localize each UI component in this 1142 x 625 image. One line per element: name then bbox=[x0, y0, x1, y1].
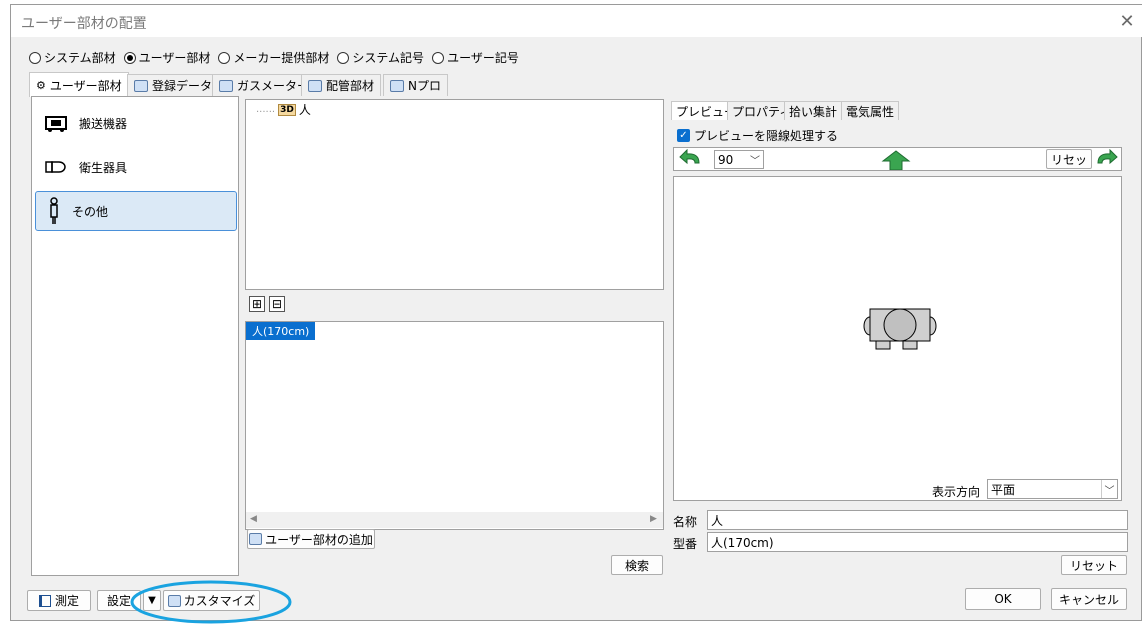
category-other[interactable]: その他 bbox=[35, 191, 237, 231]
preview-canvas: 表示方向 平面 ﹀ bbox=[673, 176, 1122, 501]
chevron-down-icon: ﹀ bbox=[750, 156, 760, 167]
angle-select[interactable]: 90 ﹀ bbox=[714, 150, 764, 169]
highlight-circle bbox=[130, 580, 292, 624]
window-title: ユーザー部材の配置 bbox=[21, 16, 147, 32]
conveyor-icon bbox=[45, 116, 67, 132]
dialog-window: ユーザー部材の配置 ✕ システム部材 ユーザー部材 メーカー提供部材 システム記… bbox=[10, 4, 1142, 624]
tree-node-person[interactable]: ...... 3D 人 bbox=[256, 101, 311, 118]
add-user-part-button[interactable]: ユーザー部材の追加 bbox=[247, 529, 375, 549]
horizontal-scrollbar[interactable]: ◀ ▶ bbox=[246, 512, 663, 528]
category-panel: 搬送機器 衛生器具 その他 bbox=[31, 96, 239, 576]
parts-tree: ...... 3D 人 bbox=[245, 99, 664, 290]
name-label: 名称 bbox=[673, 515, 698, 529]
radio-maker-parts[interactable]: メーカー提供部材 bbox=[218, 49, 329, 66]
name-field[interactable]: 人 bbox=[707, 510, 1128, 530]
part-type-radio-group: システム部材 ユーザー部材 メーカー提供部材 システム記号 ユーザー記号 bbox=[29, 49, 519, 66]
measure-button[interactable]: 測定 bbox=[27, 590, 91, 611]
close-icon[interactable]: ✕ bbox=[1117, 11, 1137, 32]
hidden-line-checkbox[interactable]: ✓ プレビューを隠線処理する bbox=[677, 127, 838, 144]
npro-icon bbox=[390, 79, 404, 92]
model-field[interactable]: 人(170cm) bbox=[707, 532, 1128, 552]
tab-electrical-attributes[interactable]: 電気属性 bbox=[841, 101, 900, 120]
scroll-left-icon[interactable]: ◀ bbox=[250, 514, 257, 524]
tab-npro[interactable]: Nプロ bbox=[383, 74, 448, 96]
preview-toolbar: 90 ﹀ リセッ bbox=[673, 147, 1122, 171]
chevron-down-icon: ﹀ bbox=[1101, 480, 1117, 498]
reset-button[interactable]: リセット bbox=[1061, 555, 1127, 575]
radio-system-symbols[interactable]: システム記号 bbox=[337, 49, 424, 66]
sanitary-icon bbox=[45, 161, 66, 173]
reset-view-button[interactable]: リセッ bbox=[1046, 149, 1092, 169]
meter-icon bbox=[219, 79, 233, 92]
search-button[interactable]: 検索 bbox=[611, 555, 663, 575]
scroll-right-icon[interactable]: ▶ bbox=[650, 514, 657, 524]
tab-piping-parts[interactable]: 配管部材 bbox=[301, 74, 382, 96]
arrow-up-icon[interactable] bbox=[880, 150, 912, 170]
gear-icon: ⚙ bbox=[36, 78, 46, 92]
collapse-all-button[interactable]: ⊟ bbox=[269, 296, 285, 312]
radio-user-symbols[interactable]: ユーザー記号 bbox=[432, 49, 519, 66]
person-icon bbox=[50, 197, 58, 224]
category-sanitary[interactable]: 衛生器具 bbox=[35, 147, 237, 187]
add-part-icon bbox=[249, 533, 263, 545]
model-label: 型番 bbox=[673, 537, 698, 551]
list-item-selected[interactable]: 人(170cm) bbox=[246, 322, 316, 340]
rotate-left-icon[interactable] bbox=[677, 149, 703, 169]
ok-button[interactable]: OK bbox=[965, 588, 1041, 610]
radio-system-parts[interactable]: システム部材 bbox=[29, 49, 116, 66]
tab-registered-data[interactable]: 登録データ bbox=[127, 74, 220, 96]
tab-pickup-summary[interactable]: 拾い集計 bbox=[784, 101, 843, 120]
radio-user-parts[interactable]: ユーザー部材 bbox=[123, 49, 210, 66]
title-bar: ユーザー部材の配置 ✕ bbox=[11, 5, 1142, 37]
parts-list: 人(170cm) ◀ ▶ bbox=[245, 321, 664, 530]
cancel-button[interactable]: キャンセル bbox=[1051, 588, 1127, 610]
display-direction-select[interactable]: 平面 ﹀ bbox=[987, 479, 1118, 499]
pipe-icon bbox=[308, 79, 322, 92]
display-direction-label: 表示方向 bbox=[932, 485, 981, 499]
ruler-icon bbox=[38, 594, 51, 607]
person-plan-symbol bbox=[863, 308, 937, 350]
category-conveyor[interactable]: 搬送機器 bbox=[35, 103, 237, 143]
rotate-right-icon[interactable] bbox=[1094, 149, 1120, 169]
data-icon bbox=[134, 79, 148, 92]
3d-badge-icon: 3D bbox=[278, 103, 296, 116]
check-icon: ✓ bbox=[677, 129, 690, 142]
expand-all-button[interactable]: ⊞ bbox=[249, 296, 265, 312]
tab-user-parts[interactable]: ⚙ ユーザー部材 bbox=[29, 72, 129, 97]
